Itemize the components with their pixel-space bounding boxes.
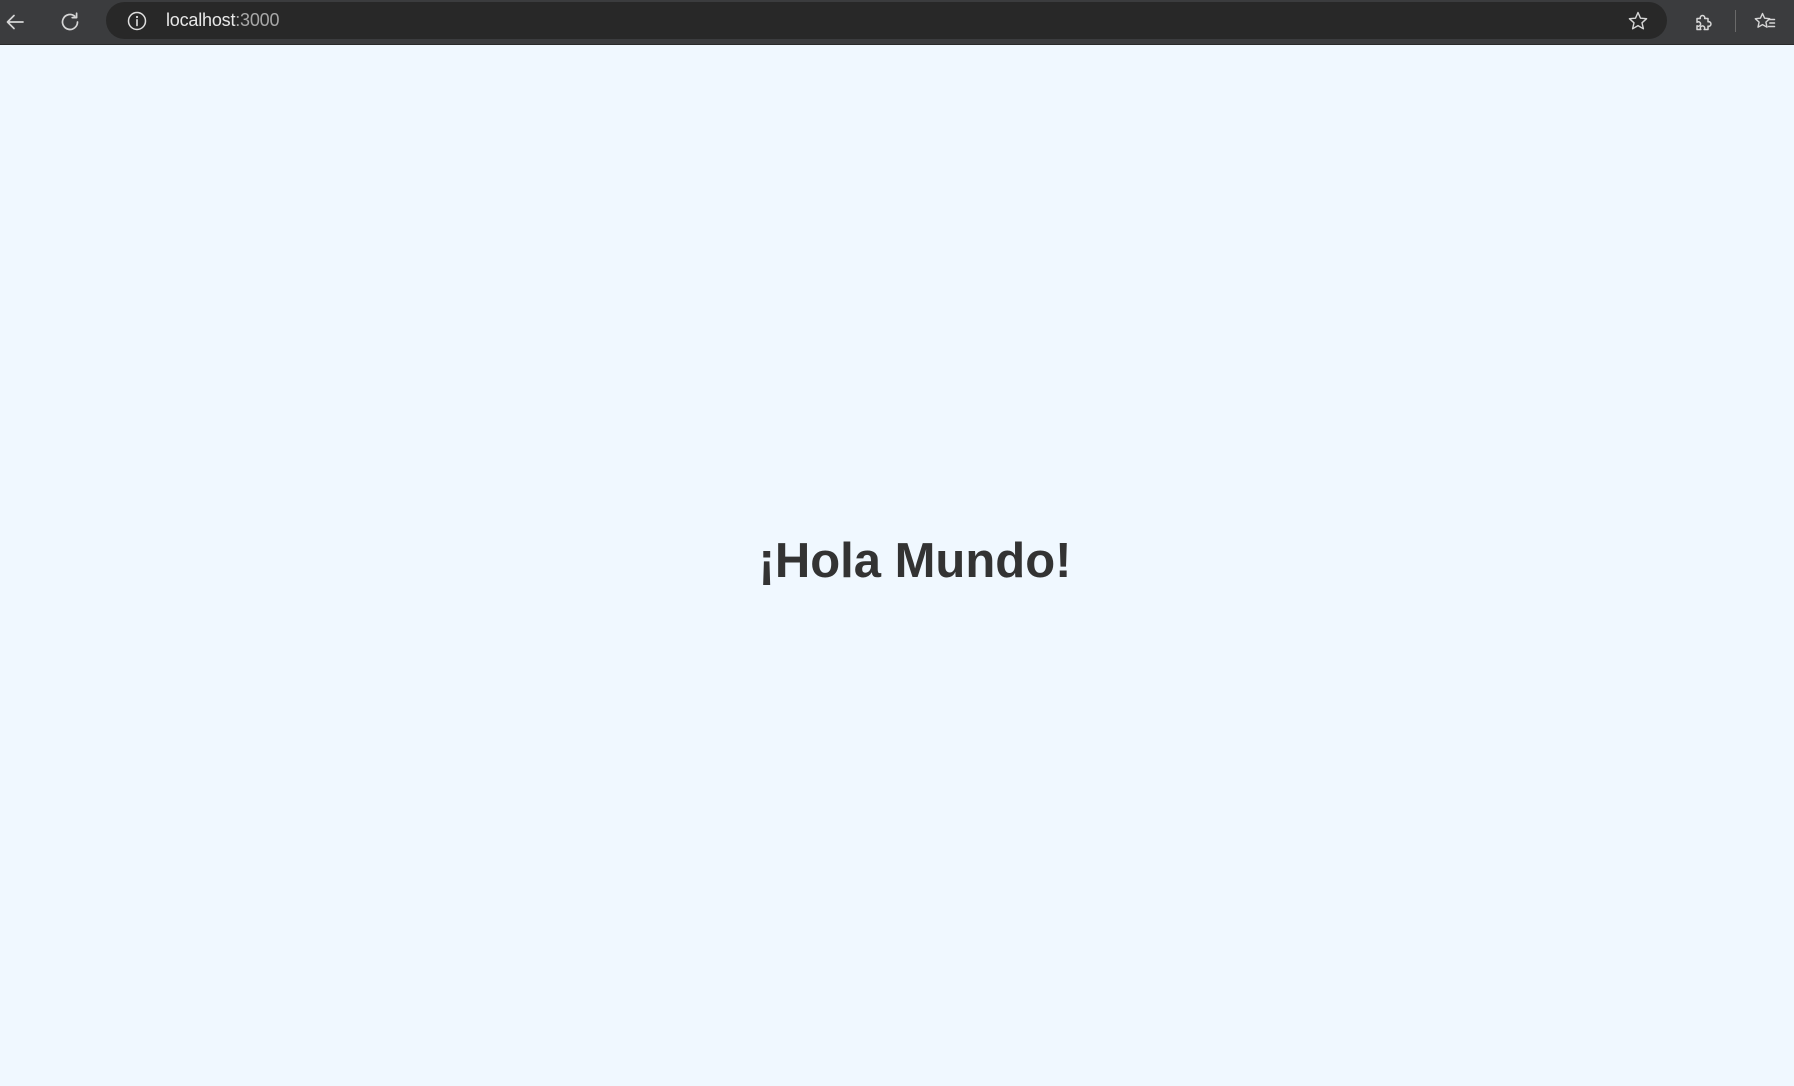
bookmark-button[interactable] (1625, 8, 1651, 34)
url-host: localhost (166, 10, 236, 30)
page-heading: ¡Hola Mundo! (758, 534, 1072, 588)
info-icon (127, 11, 147, 31)
favorites-button[interactable] (1747, 4, 1783, 40)
puzzle-icon (1696, 14, 1712, 31)
toolbar-divider (1735, 10, 1736, 32)
extensions-button[interactable] (1686, 4, 1722, 40)
address-url[interactable]: localhost:3000 (166, 2, 279, 39)
page-viewport: ¡Hola Mundo! (0, 45, 1794, 1086)
reload-button[interactable] (52, 4, 88, 40)
browser-window: localhost:3000 ¡Hola Mundo! (0, 0, 1794, 1086)
url-port: :3000 (235, 10, 280, 30)
back-button[interactable] (0, 4, 33, 40)
browser-toolbar: localhost:3000 (0, 0, 1794, 44)
star-icon (1628, 11, 1648, 30)
back-arrow-icon (6, 14, 24, 30)
reload-icon (61, 12, 79, 31)
address-bar[interactable]: localhost:3000 (106, 2, 1667, 39)
favorites-icon (1754, 12, 1776, 28)
site-info-button[interactable] (125, 9, 149, 33)
